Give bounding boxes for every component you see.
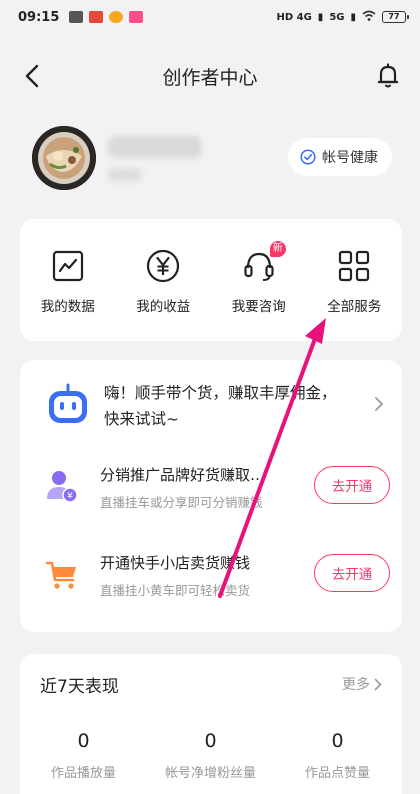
robot-icon bbox=[49, 383, 87, 423]
headset-icon: 新 bbox=[242, 241, 286, 283]
section-title: 近7天表现 bbox=[40, 677, 119, 697]
page-title: 创作者中心 bbox=[162, 66, 258, 89]
grid-icon bbox=[337, 249, 371, 283]
list-item-subtitle: 直播挂车或分享即可分销赚钱 bbox=[100, 495, 263, 510]
username-blurred bbox=[108, 136, 202, 158]
network-5g: 5G bbox=[329, 11, 345, 23]
chevron-right-icon bbox=[375, 397, 384, 411]
stat-value: 0 bbox=[204, 730, 217, 752]
back-arrow-icon bbox=[25, 64, 39, 88]
user-id-blurred bbox=[108, 168, 142, 182]
battery-icon: 77 bbox=[382, 11, 409, 23]
bell-icon bbox=[377, 63, 399, 88]
list-item-distribution: ¥ 分销推广品牌好货赚取… 直播挂车或分享即可分销赚钱 去开通 bbox=[44, 460, 390, 514]
chevron-right-icon bbox=[374, 678, 382, 690]
tool-label: 全部服务 bbox=[327, 299, 382, 315]
signal-icon: ▮ bbox=[317, 11, 324, 23]
stat-label: 帐号净增粉丝量 bbox=[164, 766, 256, 781]
wifi-icon bbox=[362, 10, 376, 25]
stat-label: 作品点赞量 bbox=[304, 766, 370, 781]
profile-header: 帐号健康 bbox=[0, 126, 420, 192]
back-button[interactable] bbox=[18, 62, 46, 90]
tool-label: 我的收益 bbox=[136, 299, 191, 315]
list-item-title: 分销推广品牌好货赚取… bbox=[100, 466, 266, 484]
svg-text:¥: ¥ bbox=[67, 492, 73, 502]
gallery-notification-icon bbox=[69, 11, 84, 23]
account-health-button[interactable]: 帐号健康 bbox=[288, 138, 392, 176]
yen-icon bbox=[146, 249, 180, 283]
list-item-subtitle: 直播挂小黄车即可轻松卖货 bbox=[100, 583, 251, 598]
tool-my-earnings[interactable]: 我的收益 bbox=[118, 249, 208, 315]
stat-likes[interactable]: 0 作品点赞量 bbox=[274, 730, 401, 781]
check-circle-icon bbox=[300, 149, 316, 165]
stat-label: 作品播放量 bbox=[50, 766, 116, 781]
user-coin-icon: ¥ bbox=[47, 471, 78, 503]
signal-icon-2: ▮ bbox=[350, 11, 356, 23]
list-item-shop: 开通快手小店卖货赚钱 直播挂小黄车即可轻松卖货 去开通 bbox=[44, 548, 390, 602]
tool-consult[interactable]: 新 我要咨询 bbox=[214, 241, 304, 315]
tool-my-data[interactable]: 我的数据 bbox=[23, 249, 113, 315]
open-distribution-button[interactable]: 去开通 bbox=[314, 466, 390, 504]
status-time: 09:15 bbox=[18, 9, 60, 25]
account-health-label: 帐号健康 bbox=[322, 150, 378, 166]
app-notification-icon bbox=[89, 11, 104, 23]
selling-promo-card: 嗨！顺手带个货，赚取丰厚佣金，快来试试~ ¥ 分销推广品牌好货赚取… 直播挂车或… bbox=[20, 360, 402, 632]
stat-value: 0 bbox=[77, 730, 90, 752]
notification-button[interactable] bbox=[374, 62, 402, 90]
nav-bar: 创作者中心 bbox=[0, 50, 420, 102]
list-item-title: 开通快手小店卖货赚钱 bbox=[100, 554, 251, 572]
promo-banner[interactable]: 嗨！顺手带个货，赚取丰厚佣金，快来试试~ bbox=[44, 376, 384, 436]
avatar[interactable] bbox=[32, 126, 96, 190]
stat-value: 0 bbox=[331, 730, 344, 752]
more-label: 更多 bbox=[342, 677, 370, 693]
tool-label: 我要咨询 bbox=[231, 299, 286, 315]
recent-performance-card: 近7天表现 更多 0 作品播放量 0 帐号净增粉丝量 0 作品点赞量 bbox=[20, 654, 402, 794]
tools-card: 我的数据 我的收益 新 我要咨询 全部服务 bbox=[20, 219, 402, 341]
shopping-cart-icon bbox=[45, 561, 76, 589]
promo-headline: 嗨！顺手带个货，赚取丰厚佣金，快来试试~ bbox=[104, 384, 337, 428]
stat-followers[interactable]: 0 帐号净增粉丝量 bbox=[147, 730, 274, 781]
tool-label: 我的数据 bbox=[40, 299, 95, 315]
open-shop-button[interactable]: 去开通 bbox=[314, 554, 390, 592]
network-hd-4g: HD 4G bbox=[276, 11, 312, 23]
more-link[interactable]: 更多 bbox=[342, 674, 382, 694]
message-notification-icon bbox=[129, 11, 144, 23]
tool-all-services[interactable]: 全部服务 bbox=[309, 249, 399, 315]
chart-icon bbox=[51, 249, 85, 283]
new-badge: 新 bbox=[269, 241, 286, 257]
weibo-notification-icon bbox=[109, 11, 124, 23]
status-bar: 09:15 HD 4G ▮ 5G ▮ 77 bbox=[0, 0, 420, 34]
stat-plays[interactable]: 0 作品播放量 bbox=[20, 730, 147, 781]
